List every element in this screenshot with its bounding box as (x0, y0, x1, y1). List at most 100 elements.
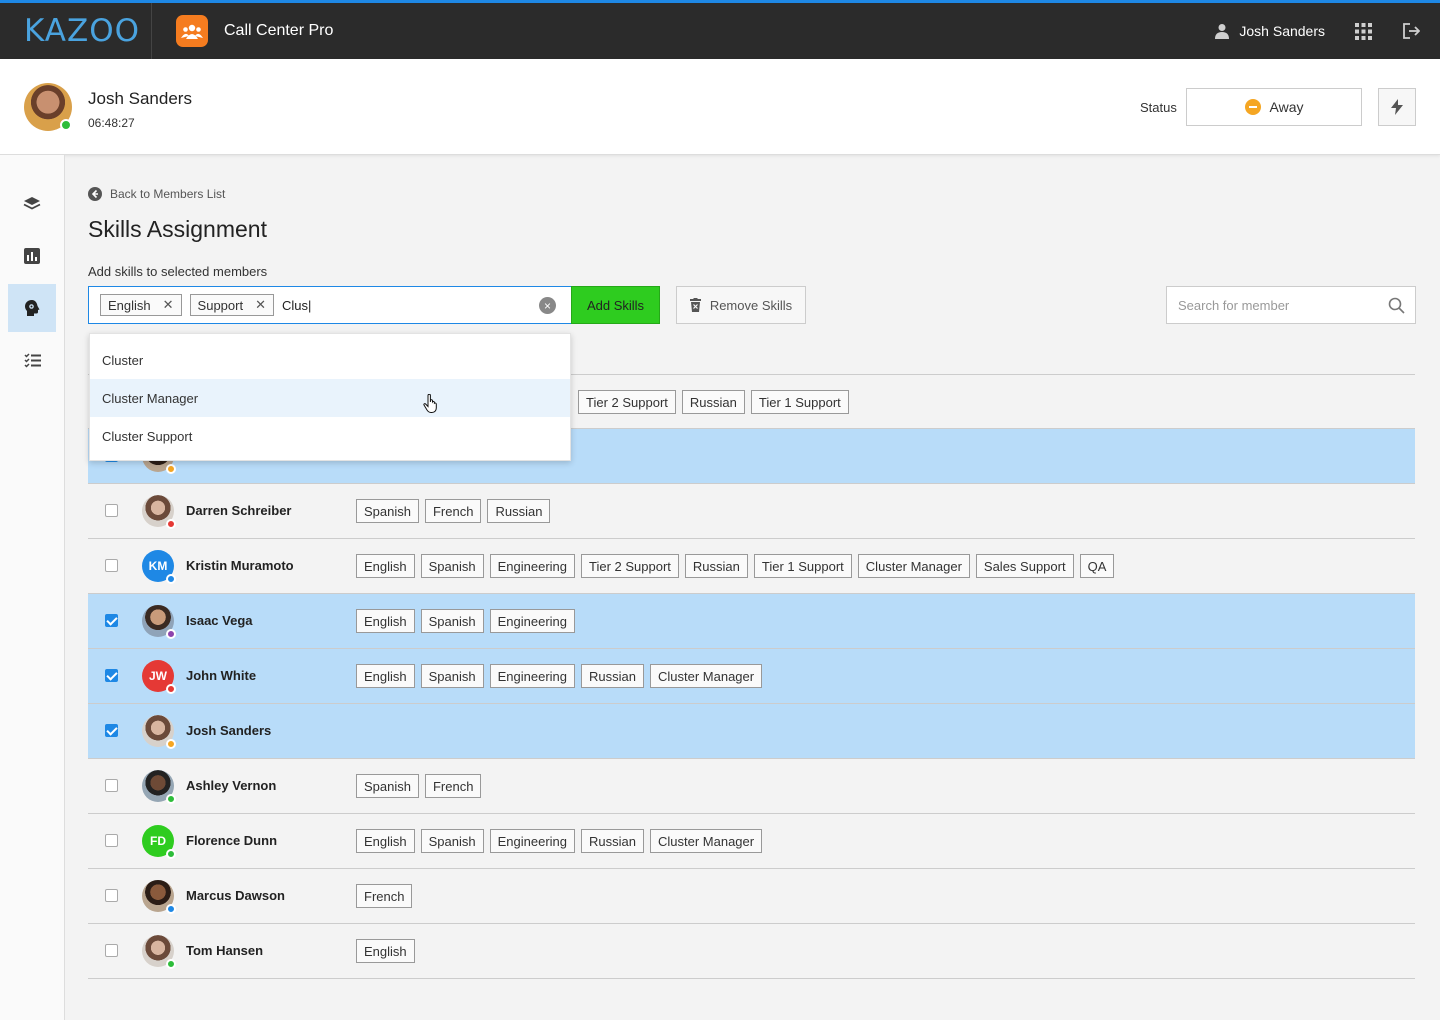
skill-tag: Engineering (489, 554, 576, 578)
agent-timer: 06:48:27 (88, 116, 135, 130)
avatar (142, 605, 176, 639)
status-label: Status (1140, 100, 1177, 115)
back-link-label: Back to Members List (110, 187, 226, 201)
row-checkbox[interactable] (105, 559, 118, 572)
skill-tag: Cluster Manager (649, 829, 763, 853)
sidebar-item-reports[interactable] (8, 232, 56, 280)
status-value: Away (1269, 99, 1304, 115)
member-name: Isaac Vega (186, 613, 253, 628)
kazoo-logo[interactable]: KAZOO (0, 3, 152, 59)
presence-status-dot (166, 904, 176, 914)
top-user-name: Josh Sanders (1239, 23, 1325, 39)
skill-tag: French (424, 774, 482, 798)
sidebar-item-tasks[interactable] (8, 336, 56, 384)
member-name: Darren Schreiber (186, 503, 292, 518)
avatar (142, 770, 176, 804)
dropdown-option-cluster-support[interactable]: Cluster Support (90, 417, 570, 455)
user-icon (1215, 24, 1230, 39)
member-name: Florence Dunn (186, 833, 278, 848)
quick-action-button[interactable] (1378, 88, 1416, 126)
away-status-icon (1244, 99, 1261, 115)
skill-tag: Cluster Manager (649, 664, 763, 688)
presence-status-dot (166, 629, 176, 639)
table-row[interactable]: Josh Sanders (88, 704, 1415, 759)
top-bar: KAZOO Call Center Pro Josh Sanders (0, 0, 1440, 59)
skill-tag: Tier 1 Support (750, 390, 849, 414)
lightning-bolt-icon (1391, 99, 1403, 115)
row-checkbox[interactable] (105, 779, 118, 792)
app-name: Call Center Pro (224, 22, 334, 39)
skill-tag: Spanish (420, 829, 484, 853)
skill-tag: Russian (487, 499, 551, 523)
row-checkbox[interactable] (105, 724, 118, 737)
avatar (142, 495, 176, 529)
avatar (142, 880, 176, 914)
table-row[interactable]: Ashley Vernon Spanish French (88, 759, 1415, 814)
skill-tag: English (356, 829, 415, 853)
remove-chip-icon[interactable]: ✕ (163, 297, 174, 313)
head-skills-icon (25, 300, 40, 316)
row-checkbox[interactable] (105, 944, 118, 957)
member-skills: English Spanish Engineering Russian Cluster … (356, 829, 763, 853)
row-checkbox[interactable] (105, 504, 118, 517)
member-name: Tom Hansen (186, 943, 264, 958)
skill-tag: English (356, 664, 415, 688)
avatar: KM (142, 550, 176, 584)
member-skills: French (356, 884, 413, 908)
table-row[interactable]: FD Florence Dunn English Spanish Engineering… (88, 814, 1415, 869)
back-to-members-link[interactable]: Back to Members List (88, 187, 225, 201)
skill-tag: QA (1079, 554, 1115, 578)
avatar (142, 715, 176, 749)
member-skills: Tier 2 Support Russian Tier 1 Support (578, 390, 849, 414)
skill-tag: Engineering (489, 609, 576, 633)
skill-tag: Spanish (420, 609, 484, 633)
table-row[interactable]: KM Kristin Muramoto English Spanish Engineer… (88, 539, 1415, 594)
sidebar-item-skills[interactable] (8, 284, 56, 332)
table-row[interactable]: JW John White English Spanish Engineering Rus… (88, 649, 1415, 704)
remove-skills-label: Remove Skills (709, 297, 793, 313)
row-checkbox[interactable] (105, 669, 118, 682)
apps-grid-icon[interactable] (1355, 22, 1372, 40)
skill-tag-input[interactable]: English ✕ Support ✕ Clus| × (88, 286, 572, 324)
skill-chip-support: Support ✕ (189, 294, 274, 316)
skill-tag: Cluster Manager (857, 554, 970, 578)
hand-cursor-icon (423, 394, 437, 413)
skill-tag: Spanish (356, 499, 419, 523)
member-skills: Spanish French (356, 774, 482, 798)
member-search-input[interactable] (1178, 297, 1378, 313)
skill-tag: Tier 2 Support (581, 554, 679, 578)
row-checkbox[interactable] (105, 614, 118, 627)
member-skills: English Spanish Engineering (356, 609, 576, 633)
search-icon[interactable] (1388, 297, 1405, 314)
skill-tag: Sales Support (975, 554, 1074, 578)
member-skills: English Spanish Engineering Tier 2 Support R… (356, 554, 1115, 578)
dropdown-option-cluster[interactable]: Cluster (90, 341, 570, 379)
skill-typed-text[interactable]: Clus| (282, 298, 311, 313)
row-checkbox[interactable] (105, 889, 118, 902)
sidebar-nav (0, 155, 65, 1020)
skill-tag: French (356, 884, 413, 908)
skill-tag: Spanish (356, 774, 419, 798)
remove-chip-icon[interactable]: ✕ (255, 297, 266, 313)
table-row[interactable]: Darren Schreiber Spanish French Russian (88, 484, 1415, 539)
presence-status-dot (166, 959, 176, 969)
table-row[interactable]: Tom Hansen English (88, 924, 1415, 979)
status-dropdown[interactable]: Away (1186, 88, 1362, 126)
presence-status-dot (166, 464, 176, 474)
add-skills-button[interactable]: Add Skills (571, 286, 660, 324)
bar-chart-icon (24, 248, 40, 264)
presence-status-dot (166, 519, 176, 529)
member-name: Marcus Dawson (186, 888, 285, 903)
logout-icon[interactable] (1402, 22, 1420, 40)
table-row[interactable]: Marcus Dawson French (88, 869, 1415, 924)
sidebar-item-queues[interactable] (8, 180, 56, 228)
remove-skills-button[interactable]: Remove Skills (676, 286, 806, 324)
agent-avatar (24, 83, 72, 131)
avatar: JW (142, 660, 176, 694)
dropdown-option-cluster-manager[interactable]: Cluster Manager (90, 379, 570, 417)
user-menu[interactable]: Josh Sanders (1214, 23, 1325, 39)
table-row[interactable]: Isaac Vega English Spanish Engineering (88, 594, 1415, 649)
avatar: FD (142, 825, 176, 859)
clear-input-icon[interactable]: × (539, 297, 556, 314)
row-checkbox[interactable] (105, 834, 118, 847)
